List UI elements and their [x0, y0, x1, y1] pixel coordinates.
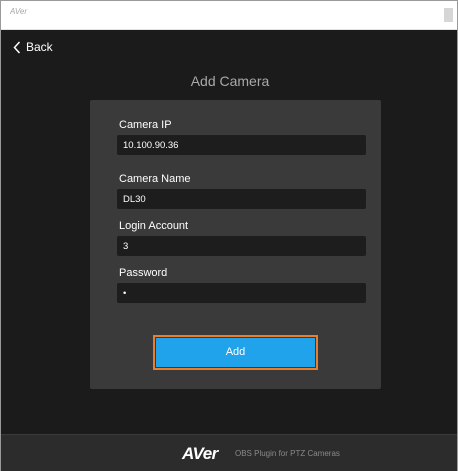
footer-tagline: OBS Plugin for PTZ Cameras [235, 449, 340, 458]
window-title: AVer [10, 7, 28, 16]
page-title: Add Camera [190, 73, 270, 89]
login-account-input[interactable] [117, 236, 366, 256]
title-bar: AVer [1, 1, 457, 30]
camera-name-label: Camera Name [119, 173, 191, 185]
password-label: Password [119, 267, 168, 279]
back-button[interactable]: Back [13, 39, 53, 55]
camera-ip-label: Camera IP [119, 119, 172, 131]
window-control[interactable] [444, 8, 453, 22]
aver-logo: AVer [182, 444, 218, 463]
app-window: AVer Back Add Camera Camera IP Camera Na… [0, 0, 458, 471]
camera-name-input[interactable] [117, 189, 366, 209]
add-button[interactable]: Add [156, 338, 315, 367]
password-input[interactable] [117, 283, 366, 303]
camera-ip-input[interactable] [117, 135, 366, 155]
footer: AVer OBS Plugin for PTZ Cameras [1, 434, 457, 471]
back-label: Back [26, 40, 53, 54]
chevron-left-icon [13, 40, 21, 54]
login-account-label: Login Account [119, 220, 189, 232]
